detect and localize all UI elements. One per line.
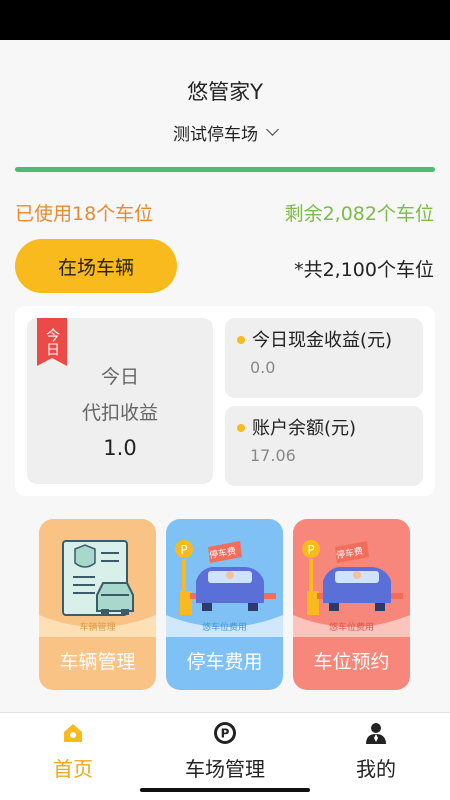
tab-home-label: 首页	[53, 757, 93, 781]
parking-reservation-tile[interactable]: P 停车费 悠车位费用 车位预约	[293, 519, 410, 690]
account-balance-value: 17.06	[250, 446, 296, 465]
occupancy-progress-bar	[15, 167, 435, 172]
tab-mine[interactable]: 我的	[301, 719, 450, 783]
withhold-value: 1.0	[103, 436, 137, 460]
tab-lot-management-label: 车场管理	[185, 757, 265, 781]
cash-revenue-box[interactable]: 今日现金收益(元) 0.0	[225, 318, 423, 398]
vehicle-management-tile[interactable]: 车辆管理 车辆管理	[39, 519, 156, 690]
tab-lot-management[interactable]: P 车场管理	[150, 719, 300, 783]
tab-home[interactable]: 首页	[0, 719, 148, 783]
home-icon	[64, 724, 82, 742]
total-spaces-text: *共2,100个车位	[294, 259, 434, 281]
withhold-label-line1: 今日	[100, 366, 139, 388]
person-icon	[366, 723, 386, 744]
lot-name: 测试停车场	[173, 125, 258, 145]
home-indicator	[140, 788, 310, 792]
in-lot-vehicles-button[interactable]: 在场车辆	[15, 239, 177, 293]
occupancy-progress-fill	[15, 167, 435, 172]
fee-tile-banner: 悠车位费用	[201, 623, 247, 633]
tab-mine-label: 我的	[356, 757, 396, 781]
lot-selector[interactable]: 测试停车场	[0, 120, 450, 145]
svg-text:P: P	[307, 543, 314, 557]
vehicle-tile-banner: 车辆管理	[79, 623, 116, 633]
account-balance-label: 账户余额(元)	[252, 418, 357, 439]
page-title: 悠管家Y	[187, 80, 263, 104]
remaining-spaces-text: 剩余2,082个车位	[284, 203, 434, 225]
bottom-tab-bar: 首页 P 车场管理 我的	[0, 712, 450, 800]
withhold-label-line2: 代扣收益	[81, 402, 158, 424]
status-bar	[0, 0, 450, 40]
today-badge-text: 今日	[44, 328, 60, 356]
svg-text:P: P	[180, 543, 187, 557]
parking-fee-tile[interactable]: P 停车费 悠车位费用 停车费用	[166, 519, 283, 690]
dot-icon	[237, 424, 245, 432]
parking-fee-label: 停车费用	[186, 651, 263, 673]
revenue-card: 今日 今日 代扣收益 1.0 今日现金收益(元) 0.0 账户余额(元) 17.…	[15, 306, 435, 496]
vehicle-management-label: 车辆管理	[59, 651, 136, 673]
parking-reservation-label: 车位预约	[313, 651, 390, 673]
dot-icon	[237, 336, 245, 344]
account-balance-box[interactable]: 账户余额(元) 17.06	[225, 406, 423, 486]
reserve-tile-banner: 悠车位费用	[328, 623, 374, 633]
withhold-revenue-box[interactable]: 今日 今日 代扣收益 1.0	[27, 318, 213, 484]
svg-text:P: P	[221, 727, 230, 741]
chevron-down-icon	[266, 123, 279, 136]
cash-revenue-value: 0.0	[250, 358, 276, 377]
used-spaces-text: 已使用18个车位	[15, 203, 154, 225]
cash-revenue-label: 今日现金收益(元)	[252, 330, 393, 351]
parking-p-icon: P	[214, 722, 236, 744]
